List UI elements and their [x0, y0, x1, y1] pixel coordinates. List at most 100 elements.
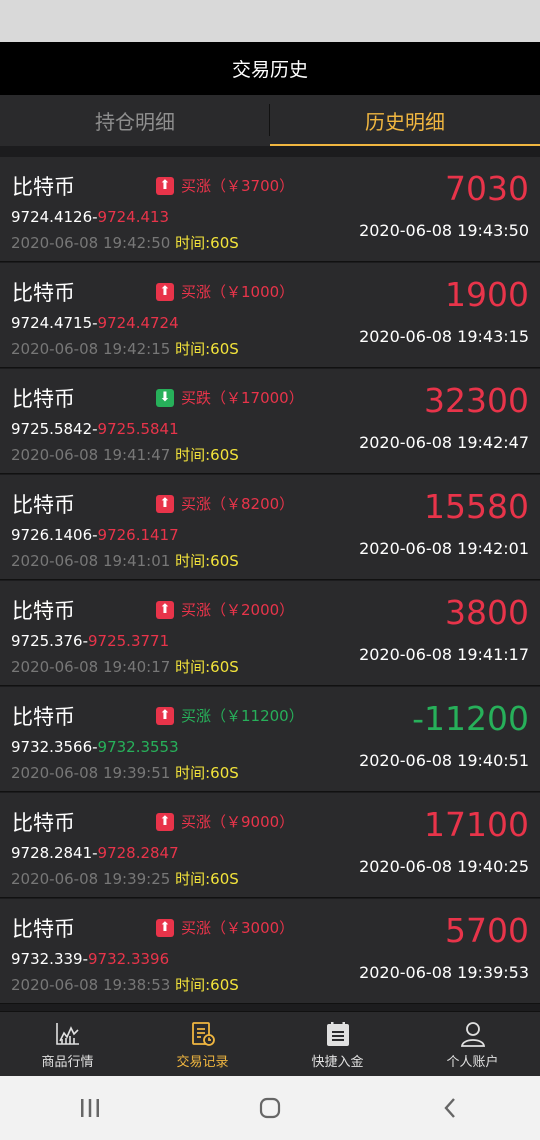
arrow-up-icon: ⬆: [156, 812, 174, 831]
direction-label: 买跌（￥17000）: [181, 389, 304, 407]
direction-label: 买涨（￥1000）: [181, 283, 295, 301]
asset-name: 比特币: [12, 917, 75, 941]
close-price: 9732.3553: [97, 738, 179, 756]
nav-label-deposit: 快捷入金: [311, 1054, 364, 1070]
duration: 时间:60S: [175, 552, 239, 570]
close-time: 2020-06-08 19:43:50: [359, 221, 529, 240]
arrow-up-icon: ⬆: [156, 600, 174, 619]
close-time: 2020-06-08 19:40:25: [359, 857, 529, 876]
open-time: 2020-06-08 19:39:25: [11, 870, 171, 888]
trade-record-row[interactable]: 比特币 ⬆ 买涨（￥8200） 9726.1406-9726.1417 2020…: [0, 475, 540, 580]
price-range: 9732.339-9732.3396: [11, 950, 169, 968]
price-range: 9732.3566-9732.3553: [11, 738, 179, 756]
trade-record-row[interactable]: 比特币 ⬆ 买涨（￥11200） 9732.3566-9732.3553 202…: [0, 687, 540, 792]
duration: 时间:60S: [175, 446, 239, 464]
tab-history[interactable]: 历史明细: [270, 95, 540, 146]
open-time: 2020-06-08 19:38:53: [11, 976, 171, 994]
back-icon: [444, 1098, 455, 1118]
system-nav-bar: [0, 1076, 540, 1140]
asset-name: 比特币: [12, 599, 75, 623]
close-time: 2020-06-08 19:39:53: [359, 963, 529, 982]
trade-record-row[interactable]: 比特币 ⬆ 买涨（￥9000） 9728.2841-9728.2847 2020…: [0, 793, 540, 898]
home-icon: [259, 1097, 281, 1119]
nav-item-deposit[interactable]: 快捷入金: [270, 1012, 405, 1077]
open-time: 2020-06-08 19:41:01: [11, 552, 171, 570]
trade-record-row[interactable]: 比特币 ⬆ 买涨（￥2000） 9725.376-9725.3771 2020-…: [0, 581, 540, 686]
profit-amount: 15580: [424, 487, 529, 526]
asset-name: 比特币: [12, 811, 75, 835]
close-price: 9725.3771: [88, 632, 170, 650]
open-time-line: 2020-06-08 19:38:53 时间:60S: [11, 974, 239, 995]
profit-amount: 32300: [424, 381, 529, 420]
nav-item-account[interactable]: 个人账户: [405, 1012, 540, 1077]
trade-history-list[interactable]: 比特币 ⬆ 买涨（￥3700） 9724.4126-9724.413 2020-…: [0, 157, 540, 1011]
direction-label: 买涨（￥9000）: [181, 813, 295, 831]
trade-direction: ⬆ 买涨（￥3000）: [156, 917, 294, 938]
open-time-line: 2020-06-08 19:40:17 时间:60S: [11, 656, 239, 677]
open-time-line: 2020-06-08 19:39:51 时间:60S: [11, 762, 239, 783]
open-price: 9724.4715-: [11, 314, 98, 332]
profit-amount: 5700: [445, 911, 529, 950]
close-time: 2020-06-08 19:40:51: [359, 751, 529, 770]
arrow-up-icon: ⬆: [156, 918, 174, 937]
open-time-line: 2020-06-08 19:41:47 时间:60S: [11, 444, 239, 465]
recent-apps-button[interactable]: [60, 1088, 120, 1128]
open-time-line: 2020-06-08 19:42:15 时间:60S: [11, 338, 239, 359]
duration: 时间:60S: [175, 870, 239, 888]
open-time: 2020-06-08 19:42:15: [11, 340, 171, 358]
open-price: 9728.2841-: [11, 844, 98, 862]
profit-amount: -11200: [412, 699, 529, 738]
close-price: 9724.413: [97, 208, 170, 226]
home-button[interactable]: [240, 1088, 300, 1128]
nav-label-account: 个人账户: [446, 1054, 499, 1070]
nav-item-records[interactable]: 交易记录: [135, 1012, 270, 1077]
open-price: 9732.339-: [11, 950, 88, 968]
open-time-line: 2020-06-08 19:41:01 时间:60S: [11, 550, 239, 571]
trade-direction: ⬆ 买涨（￥2000）: [156, 599, 294, 620]
status-bar: [0, 0, 540, 42]
close-price: 9728.2847: [97, 844, 179, 862]
chart-icon: [55, 1022, 79, 1045]
bottom-nav: 商品行情 交易记录 快捷入金 个人账户: [0, 1011, 540, 1077]
direction-label: 买涨（￥3700）: [181, 177, 295, 195]
asset-name: 比特币: [12, 705, 75, 729]
tab-positions[interactable]: 持仓明细: [0, 95, 270, 146]
close-price: 9725.5841: [97, 420, 179, 438]
asset-name: 比特币: [12, 493, 75, 517]
price-range: 9728.2841-9728.2847: [11, 844, 179, 862]
trade-record-row[interactable]: 比特币 ⬆ 买涨（￥3000） 9732.339-9732.3396 2020-…: [0, 899, 540, 1004]
recent-apps-icon: [81, 1099, 99, 1117]
open-price: 9726.1406-: [11, 526, 98, 544]
direction-label: 买涨（￥2000）: [181, 601, 295, 619]
trade-direction: ⬆ 买涨（￥1000）: [156, 281, 294, 302]
close-time: 2020-06-08 19:43:15: [359, 327, 529, 346]
profit-amount: 3800: [445, 593, 529, 632]
open-price: 9732.3566-: [11, 738, 98, 756]
price-range: 9725.376-9725.3771: [11, 632, 169, 650]
direction-label: 买涨（￥3000）: [181, 919, 295, 937]
arrow-up-icon: ⬆: [156, 706, 174, 725]
trade-record-row[interactable]: 比特币 ⬇ 买跌（￥17000） 9725.5842-9725.5841 202…: [0, 369, 540, 474]
open-time: 2020-06-08 19:39:51: [11, 764, 171, 782]
title-bar: 交易历史: [0, 42, 540, 95]
nav-item-market[interactable]: 商品行情: [0, 1012, 135, 1077]
price-range: 9724.4126-9724.413: [11, 208, 169, 226]
asset-name: 比特币: [12, 387, 75, 411]
back-button[interactable]: [420, 1088, 480, 1128]
open-time-line: 2020-06-08 19:42:50 时间:60S: [11, 232, 239, 253]
duration: 时间:60S: [175, 764, 239, 782]
open-price: 9725.376-: [11, 632, 88, 650]
tab-divider: [269, 104, 270, 136]
duration: 时间:60S: [175, 658, 239, 676]
deposit-icon: [326, 1021, 349, 1046]
trade-record-row[interactable]: 比特币 ⬆ 买涨（￥1000） 9724.4715-9724.4724 2020…: [0, 263, 540, 368]
tab-bar: 持仓明细 历史明细: [0, 95, 540, 146]
trade-record-row[interactable]: 比特币 ⬆ 买涨（￥3700） 9724.4126-9724.413 2020-…: [0, 157, 540, 262]
duration: 时间:60S: [175, 340, 239, 358]
open-price: 9725.5842-: [11, 420, 98, 438]
close-time: 2020-06-08 19:42:01: [359, 539, 529, 558]
direction-label: 买涨（￥11200）: [181, 707, 304, 725]
price-range: 9726.1406-9726.1417: [11, 526, 179, 544]
trade-direction: ⬆ 买涨（￥8200）: [156, 493, 294, 514]
nav-label-records: 交易记录: [176, 1054, 229, 1070]
